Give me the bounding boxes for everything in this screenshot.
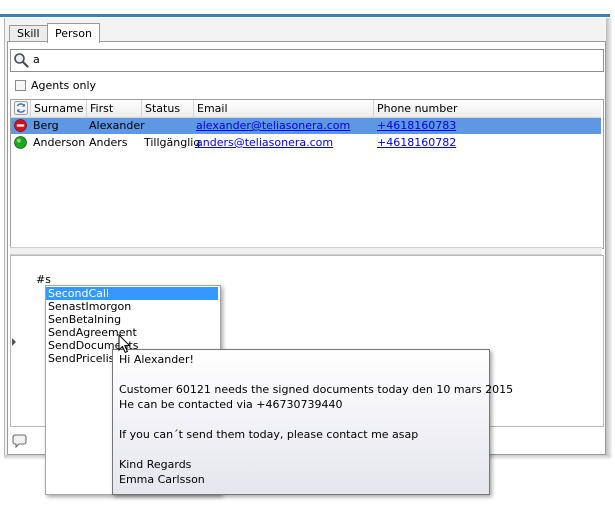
mouse-pointer-icon: [118, 334, 131, 354]
magnifier-icon[interactable]: [13, 52, 29, 68]
cell-phone-link[interactable]: +4618160782: [377, 135, 456, 151]
column-header-first-name[interactable]: First name: [86, 100, 141, 132]
suggestion-item[interactable]: SecondCall: [46, 287, 218, 300]
tooltip-line: He can be contacted via +46730739440: [119, 398, 343, 411]
suggestion-item[interactable]: SendAgreement: [46, 326, 218, 339]
refresh-icon[interactable]: [14, 101, 28, 115]
expand-arrow-icon[interactable]: [12, 338, 16, 346]
cell-surname: Berg: [33, 119, 59, 132]
tooltip-line: If you can´t send them today, please con…: [119, 428, 419, 441]
tooltip-line: Kind Regards: [119, 458, 192, 471]
column-header-phone-number[interactable]: Phone number: [373, 100, 601, 117]
tab-skill[interactable]: Skill: [9, 25, 48, 42]
cell-status: Tillgänglig: [144, 136, 201, 149]
cell-first-name: Alexander: [89, 119, 145, 132]
suggestion-item[interactable]: SenBetalning: [46, 313, 218, 326]
unavailable-red-icon: [14, 119, 27, 132]
window-title-strip: [0, 14, 610, 17]
search-input[interactable]: [33, 51, 593, 68]
tooltip-line: Emma Carlsson: [119, 473, 205, 486]
suggestion-item[interactable]: SenastImorgon: [46, 300, 218, 313]
column-header-status[interactable]: Status: [141, 100, 193, 117]
column-header-surname[interactable]: Surname: [30, 100, 86, 117]
cell-first-name: Anders: [89, 136, 128, 149]
agents-only-label: Agents only: [31, 79, 97, 92]
splitter-handle[interactable]: [10, 247, 602, 255]
tab-person[interactable]: Person: [47, 23, 100, 43]
available-green-icon: [14, 136, 27, 149]
cell-email-link[interactable]: anders@teliasonera.com: [196, 135, 333, 151]
window-shadow-right: [606, 18, 612, 458]
cell-email-link[interactable]: alexander@teliasonera.com: [196, 118, 350, 134]
cell-phone-link[interactable]: +4618160783: [377, 118, 456, 134]
agents-only-checkbox[interactable]: [15, 80, 26, 91]
column-header-email[interactable]: Email: [193, 100, 373, 117]
cell-surname: Anderson: [33, 136, 86, 149]
tooltip-line: Customer 60121 needs the signed document…: [119, 383, 514, 396]
tooltip-line: Hi Alexander!: [119, 353, 194, 366]
chat-bubble-icon[interactable]: [12, 434, 28, 448]
